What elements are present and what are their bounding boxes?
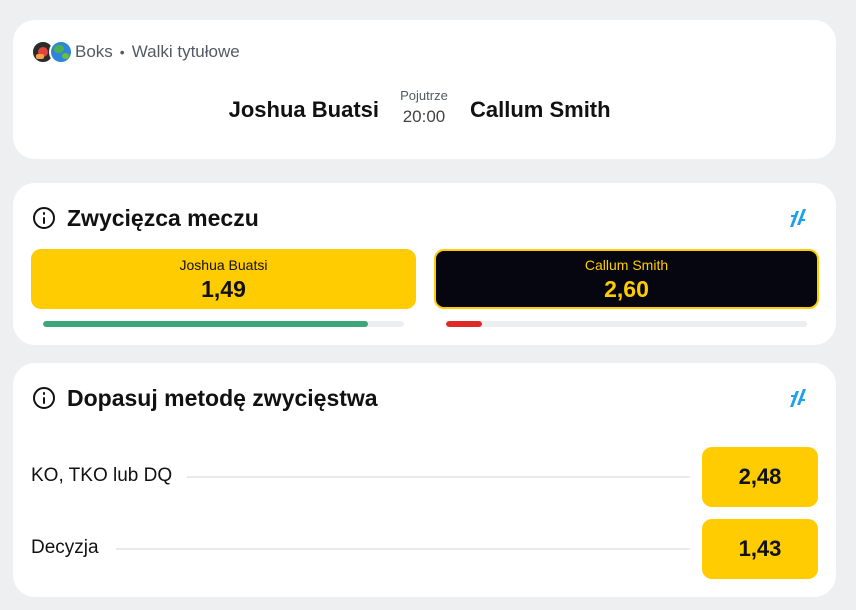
breadcrumb-separator: • — [119, 44, 125, 60]
away-probability-fill — [446, 321, 483, 327]
match-hour: 20:00 — [402, 107, 446, 126]
match-winner-market: Zwycięzca meczu Joshua Buatsi 1,49 Callu… — [13, 183, 836, 345]
home-probability-bar — [43, 321, 404, 327]
info-icon[interactable] — [33, 207, 55, 229]
home-odd-button[interactable]: Joshua Buatsi 1,49 — [31, 249, 416, 309]
away-probability-bar — [446, 321, 807, 327]
method-row: KO, TKO lub DQ 2,48 — [13, 447, 836, 507]
away-odd-label: Callum Smith — [584, 257, 669, 273]
away-team-name: Callum Smith — [470, 97, 611, 122]
home-probability-fill — [43, 321, 368, 327]
market-header: Dopasuj metodę zwycięstwa — [33, 385, 378, 411]
market-title: Dopasuj metodę zwycięstwa — [67, 384, 378, 411]
category-icons — [31, 40, 75, 64]
method-label: Decyzja — [31, 537, 99, 558]
info-icon[interactable] — [33, 387, 55, 409]
method-label: KO, TKO lub DQ — [31, 465, 173, 486]
market-title: Zwycięzca meczu — [67, 204, 259, 231]
method-row: Decyzja 1,43 — [13, 519, 836, 579]
method-odd-button[interactable]: 1,43 — [702, 519, 818, 579]
away-odd-button[interactable]: Callum Smith 2,60 — [434, 249, 819, 309]
globe-icon — [49, 40, 73, 64]
method-of-victory-market: Dopasuj metodę zwycięstwa KO, TKO lub DQ… — [13, 363, 836, 597]
match-header: Joshua Buatsi Pojutrze 20:00 Callum Smit… — [13, 86, 836, 130]
breadcrumb-league[interactable]: Walki tytułowe — [132, 42, 240, 62]
market-header: Zwycięzca meczu — [33, 205, 259, 231]
row-divider — [116, 548, 690, 550]
breadcrumb[interactable]: Boks • Walki tytułowe — [31, 40, 240, 64]
away-odd-value: 2,60 — [604, 276, 649, 302]
breadcrumb-sport[interactable]: Boks — [75, 42, 113, 62]
stats-icon[interactable] — [788, 387, 808, 409]
match-day: Pojutrze — [400, 88, 448, 103]
row-divider — [187, 476, 690, 478]
stats-icon[interactable] — [788, 207, 808, 229]
home-odd-value: 1,49 — [201, 276, 246, 302]
event-card: Boks • Walki tytułowe Joshua Buatsi Poju… — [13, 20, 836, 159]
method-odd-button[interactable]: 2,48 — [702, 447, 818, 507]
home-team-name: Joshua Buatsi — [228, 97, 379, 122]
match-time: Pojutrze 20:00 — [384, 86, 464, 128]
home-odd-label: Joshua Buatsi — [179, 257, 268, 273]
